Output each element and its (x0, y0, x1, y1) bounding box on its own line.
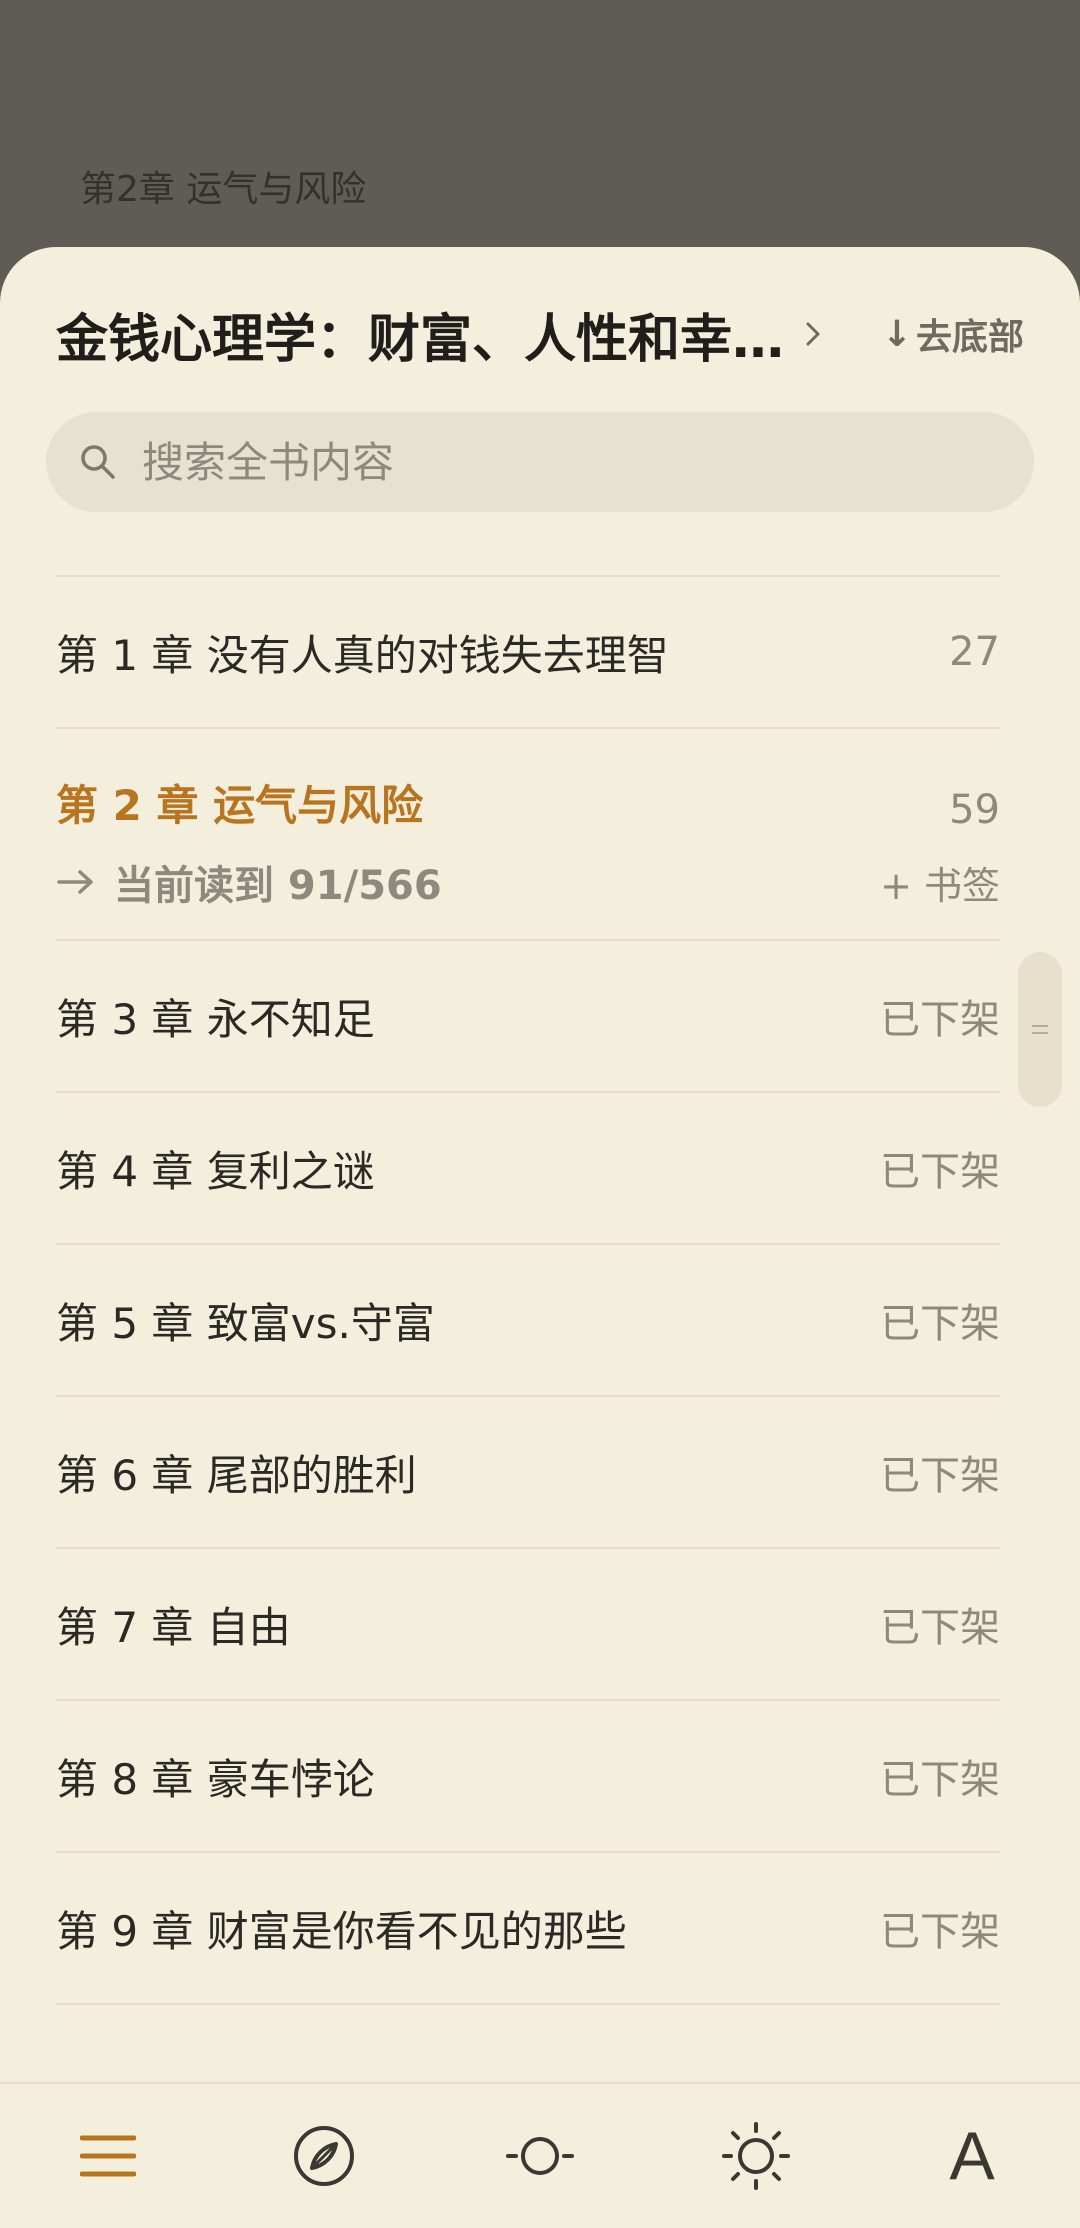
toc-item[interactable]: 第 1 章 没有人真的对钱失去理智 27 (56, 577, 1000, 727)
book-title[interactable]: 金钱心理学：财富、人性和幸… (56, 297, 784, 372)
arrow-down-icon: ↓ (881, 313, 912, 355)
toc-item-label: 第 1 章 没有人真的对钱失去理智 (56, 630, 669, 680)
divider (56, 2003, 1000, 2005)
toc-item-status: 已下架 (880, 1909, 1000, 1955)
go-bottom-button[interactable]: ↓ 去底部 (882, 308, 1024, 360)
toc-item[interactable]: 第 3 章 永不知足 已下架 (56, 941, 1000, 1091)
current-progress-text: 当前读到 91/566 (114, 863, 442, 909)
toc-item[interactable]: 第 6 章 尾部的胜利 已下架 (56, 1397, 1000, 1547)
brightness-high-icon[interactable] (706, 2106, 806, 2206)
toc-item-label: 第 9 章 财富是你看不见的那些 (56, 1906, 627, 1956)
compass-icon[interactable] (274, 2106, 374, 2206)
toc-item[interactable]: 第 4 章 复利之谜 已下架 (56, 1093, 1000, 1243)
search-icon (76, 440, 120, 484)
chevron-right-icon[interactable] (796, 317, 830, 351)
arrow-right-icon (57, 870, 93, 894)
toc-item-label: 第 2 章 运气与风险 (56, 781, 424, 830)
toc-item-status: 已下架 (880, 997, 1000, 1043)
toc-item[interactable]: 第 7 章 自由 已下架 (56, 1549, 1000, 1699)
search-bar[interactable] (46, 412, 1034, 512)
toc-item-status: 已下架 (880, 1149, 1000, 1195)
toc-item[interactable]: 第 8 章 豪车悖论 已下架 (56, 1701, 1000, 1851)
scroll-handle[interactable] (1018, 952, 1062, 1107)
toc-item[interactable]: 第 9 章 财富是你看不见的那些 已下架 (56, 1853, 1000, 2003)
toc-item-status: 已下架 (880, 1757, 1000, 1803)
toc-item-label: 第 6 章 尾部的胜利 (56, 1450, 417, 1500)
toc-item-label: 第 4 章 复利之谜 (56, 1146, 375, 1196)
go-bottom-label: 去底部 (915, 317, 1024, 358)
current-progress-row: 当前读到 91/566 + 书签 (56, 837, 1000, 939)
toc-item-status: 已下架 (880, 1605, 1000, 1651)
toc-item-page: 59 (949, 787, 1000, 833)
font-icon[interactable]: A (922, 2106, 1022, 2206)
toc-sheet: 金钱心理学：财富、人性和幸… ↓ 去底部 第 1 章 没有人真的对钱失去理智 2… (0, 247, 1080, 2228)
search-input[interactable] (140, 436, 944, 488)
font-tab-label: A (949, 2118, 995, 2194)
toc-item-status: 已下架 (880, 1301, 1000, 1347)
bottom-toolbar: A (0, 2082, 1080, 2228)
toc-list: 第 1 章 没有人真的对钱失去理智 27 第 2 章 运气与风险 59 当前读到… (56, 575, 1000, 2005)
toc-item-status: 已下架 (880, 1453, 1000, 1499)
background-chapter-title: 第2章 运气与风险 (80, 169, 367, 210)
toc-icon[interactable] (58, 2106, 158, 2206)
toc-item-label: 第 3 章 永不知足 (56, 994, 375, 1044)
toc-item-label: 第 7 章 自由 (56, 1602, 291, 1652)
brightness-low-icon[interactable] (490, 2106, 590, 2206)
toc-item[interactable]: 第 5 章 致富vs.守富 已下架 (56, 1245, 1000, 1395)
sheet-header: 金钱心理学：财富、人性和幸… ↓ 去底部 (56, 297, 1024, 372)
drag-handle-icon (1032, 1020, 1048, 1039)
add-bookmark-button[interactable]: + 书签 (880, 855, 1000, 910)
toc-item-label: 第 5 章 致富vs.守富 (56, 1298, 435, 1348)
toc-item-current[interactable]: 第 2 章 运气与风险 59 (56, 729, 1000, 837)
toc-item-page: 27 (949, 629, 1000, 675)
toc-item-label: 第 8 章 豪车悖论 (56, 1754, 375, 1804)
